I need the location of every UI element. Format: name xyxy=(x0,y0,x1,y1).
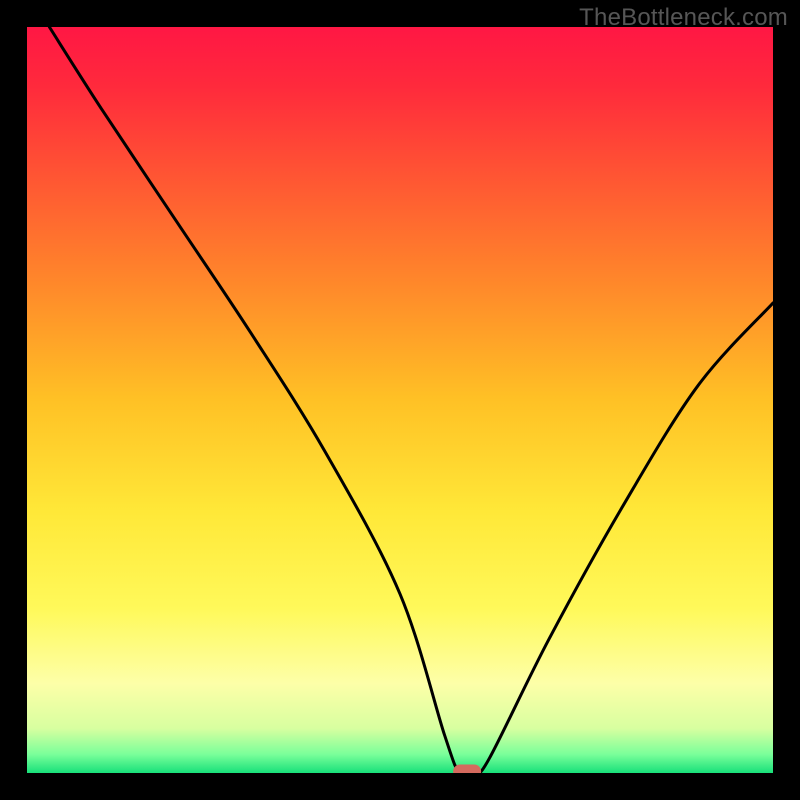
bottleneck-chart xyxy=(27,27,773,773)
gradient-background xyxy=(27,27,773,773)
optimal-marker xyxy=(453,765,481,773)
chart-frame xyxy=(27,27,773,773)
watermark-text: TheBottleneck.com xyxy=(579,4,788,32)
